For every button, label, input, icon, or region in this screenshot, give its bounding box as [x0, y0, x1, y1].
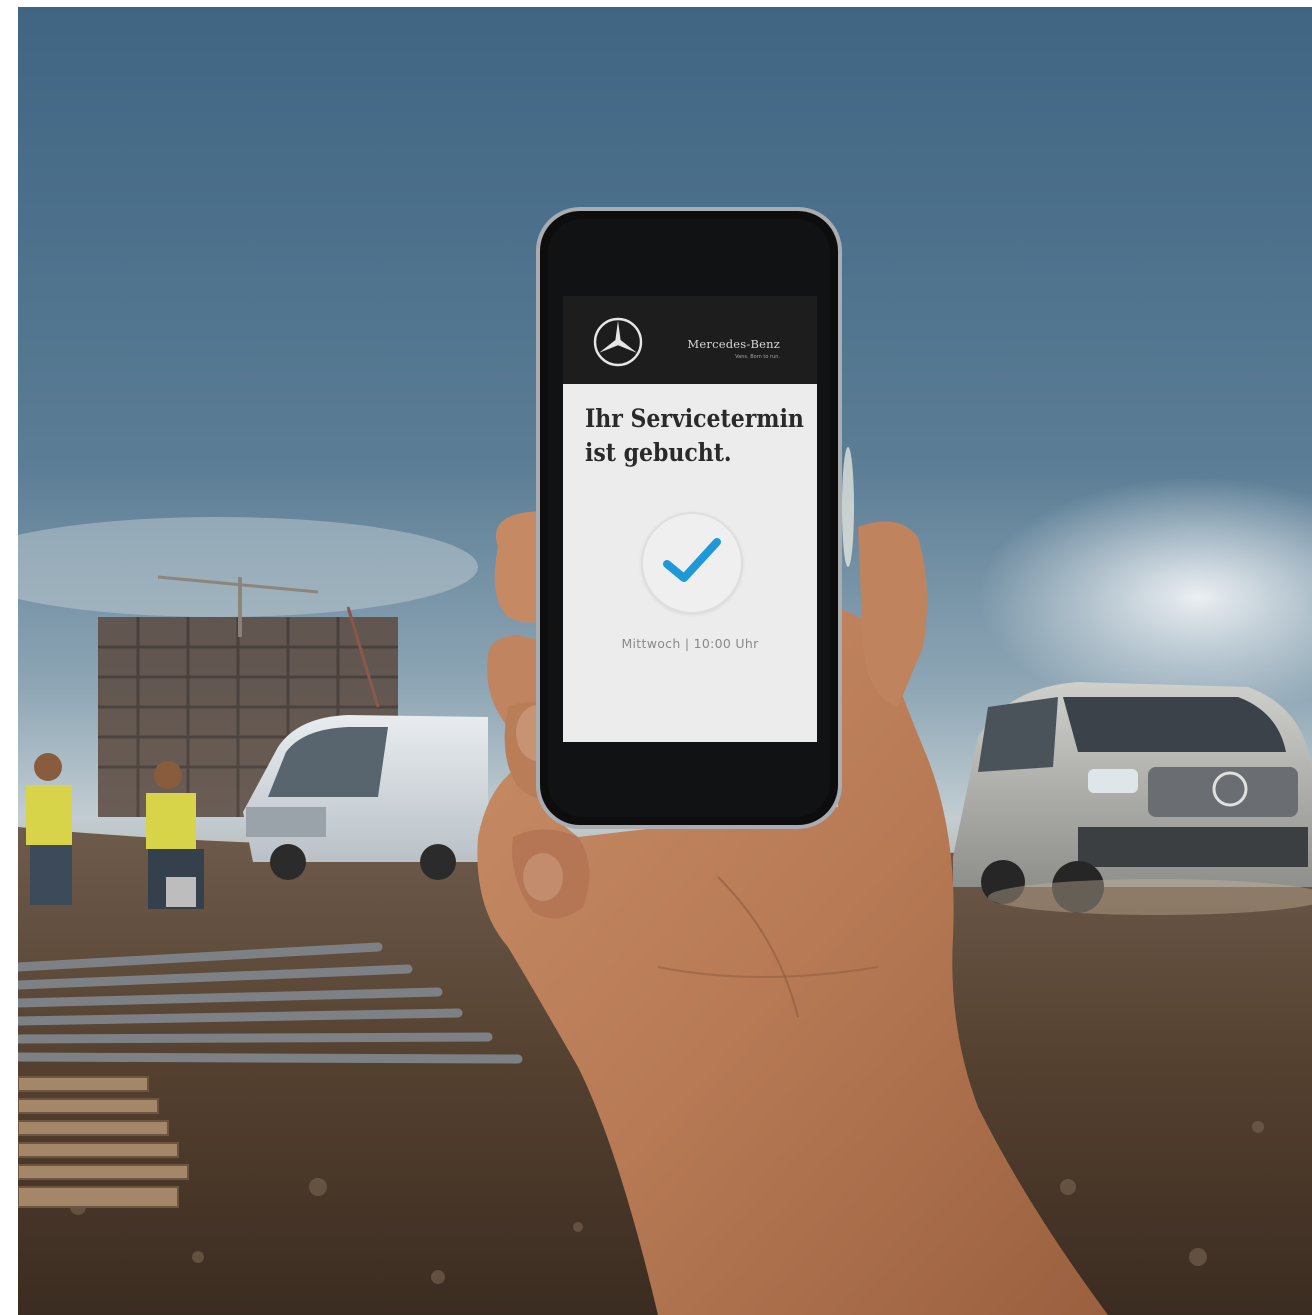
confirmation-badge: [641, 512, 743, 614]
checkmark-icon: [663, 538, 721, 582]
confirmation-headline: Ihr Servicetermin ist gebucht.: [585, 402, 804, 470]
headline-line-2: ist gebucht.: [585, 438, 732, 467]
mercedes-star-icon: [593, 317, 643, 367]
app-header: Mercedes-Benz Vans. Born to run.: [563, 296, 817, 384]
headline-line-1: Ihr Servicetermin: [585, 404, 804, 433]
phone-screen: Mercedes-Benz Vans. Born to run. Ihr Ser…: [563, 296, 817, 742]
appointment-time: Mittwoch | 10:00 Uhr: [621, 636, 759, 651]
brand-claim: Vans. Born to run.: [735, 354, 780, 360]
brand-name: Mercedes-Benz: [687, 337, 780, 351]
